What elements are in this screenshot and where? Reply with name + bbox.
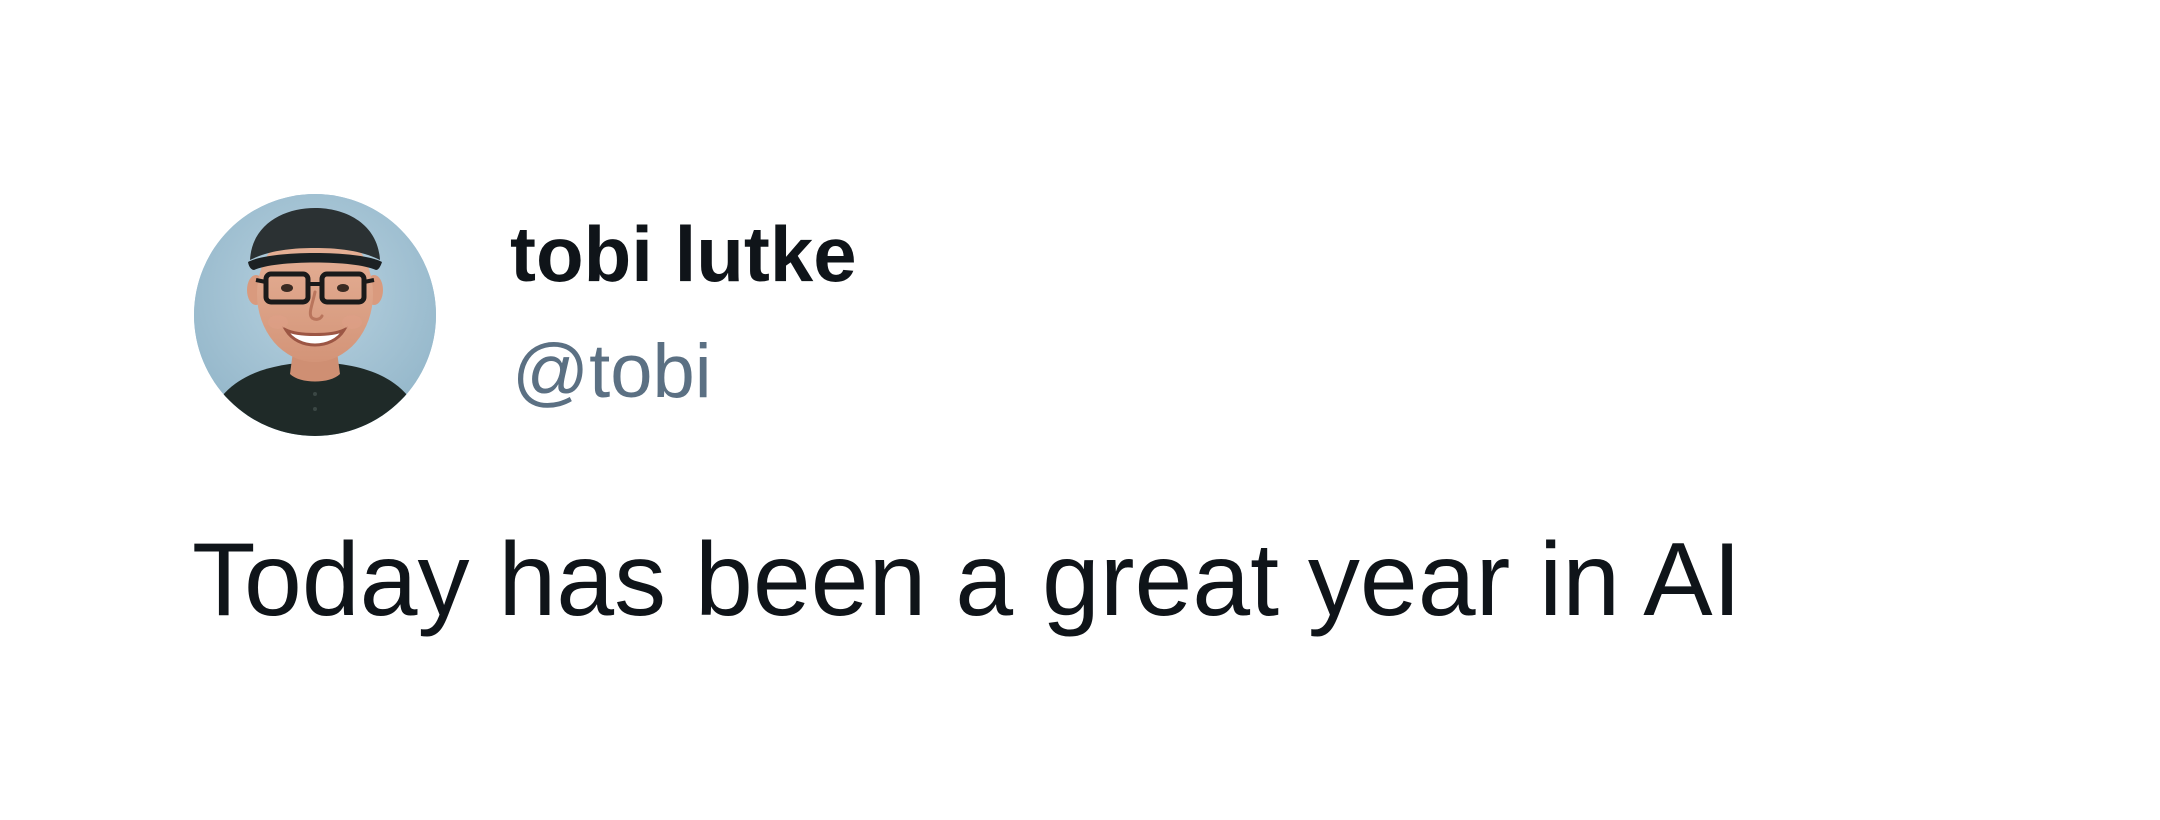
avatar[interactable]: [194, 194, 436, 436]
author-name[interactable]: tobi lutke: [510, 206, 857, 302]
tweet-card: tobi lutke @tobi Today has been a great …: [0, 0, 2160, 820]
author-handle[interactable]: @tobi: [512, 324, 712, 420]
tweet-text: Today has been a great year in AI: [192, 522, 1742, 638]
avatar-portrait-icon: [194, 194, 436, 436]
